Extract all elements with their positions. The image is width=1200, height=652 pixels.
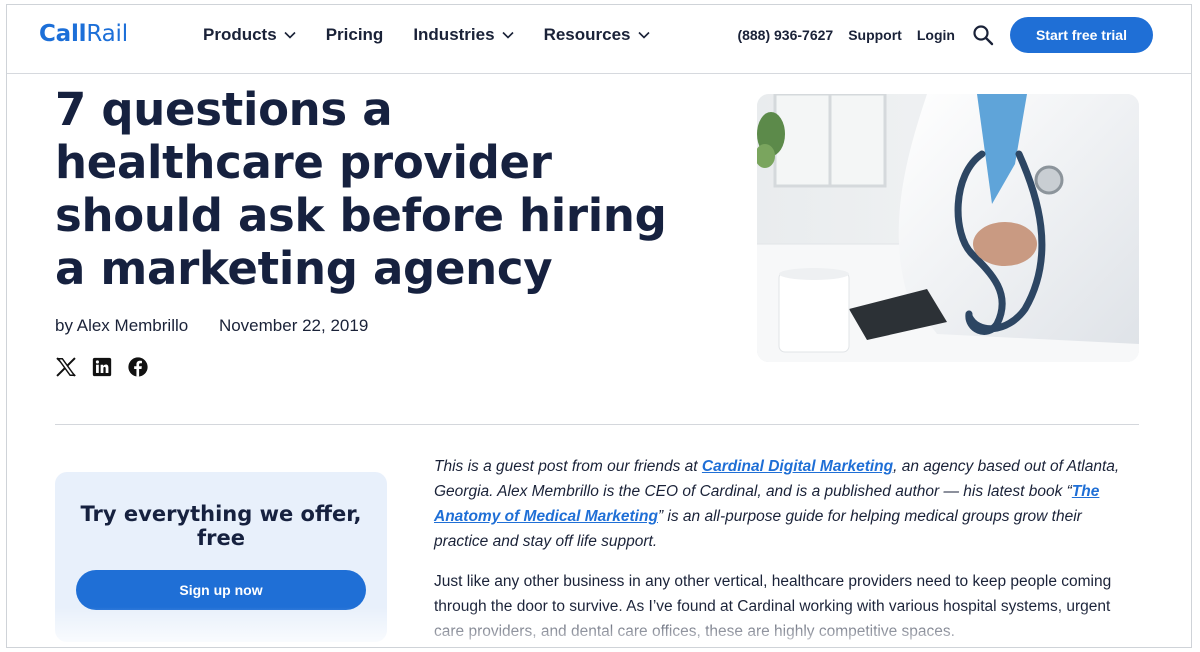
menu-industries-label: Industries xyxy=(413,25,495,44)
logo-part-rail: Rail xyxy=(86,21,128,47)
share-icons xyxy=(55,356,149,378)
article-title: 7 questions a healthcare provider should… xyxy=(55,83,667,295)
chevron-down-icon xyxy=(501,31,514,39)
linkedin-icon[interactable] xyxy=(91,356,113,378)
article-byline: by Alex Membrillo November 22, 2019 xyxy=(55,316,368,336)
nav-utilities: (888) 936-7627 Support Login Start free … xyxy=(737,17,1153,53)
hero-image-doctor xyxy=(757,94,1139,362)
menu-resources-label: Resources xyxy=(543,25,631,44)
x-icon[interactable] xyxy=(55,356,77,378)
logo-part-call: Call xyxy=(39,21,87,47)
top-nav: CallRail Products Pricing Industries Res… xyxy=(7,5,1191,74)
menu-products[interactable]: Products xyxy=(203,25,296,45)
callrail-logo[interactable]: CallRail xyxy=(39,21,128,47)
main-menu: Products Pricing Industries Resources xyxy=(203,25,680,45)
menu-pricing[interactable]: Pricing xyxy=(326,25,384,45)
menu-pricing-label: Pricing xyxy=(325,25,384,44)
chevron-down-icon xyxy=(284,31,296,39)
login-link[interactable]: Login xyxy=(917,27,955,43)
doctor-illustration xyxy=(757,94,1139,362)
intro-text-1: This is a guest post from our friends at xyxy=(434,458,702,475)
sign-up-now-button[interactable]: Sign up now xyxy=(76,570,366,610)
section-divider xyxy=(55,424,1139,425)
cardinal-digital-marketing-link[interactable]: Cardinal Digital Marketing xyxy=(702,458,893,475)
menu-products-label: Products xyxy=(203,25,277,44)
chevron-down-icon xyxy=(637,31,650,39)
phone-link[interactable]: (888) 936-7627 xyxy=(737,27,833,43)
start-free-trial-button[interactable]: Start free trial xyxy=(1009,17,1153,53)
browser-frame: CallRail Products Pricing Industries Res… xyxy=(6,4,1192,648)
guest-post-intro: This is a guest post from our friends at… xyxy=(434,454,1136,554)
bottom-fade xyxy=(7,607,1191,647)
menu-resources[interactable]: Resources xyxy=(544,25,650,45)
menu-industries[interactable]: Industries xyxy=(413,25,514,45)
facebook-icon[interactable] xyxy=(127,356,149,378)
cta-title-line2: free xyxy=(197,526,245,550)
search-icon[interactable] xyxy=(972,24,994,46)
cta-title-line1: Try everything we offer, xyxy=(80,502,362,526)
cta-title: Try everything we offer, free xyxy=(55,502,387,550)
support-link[interactable]: Support xyxy=(848,27,902,43)
author-name[interactable]: by Alex Membrillo xyxy=(55,316,188,335)
publish-date: November 22, 2019 xyxy=(218,316,369,335)
